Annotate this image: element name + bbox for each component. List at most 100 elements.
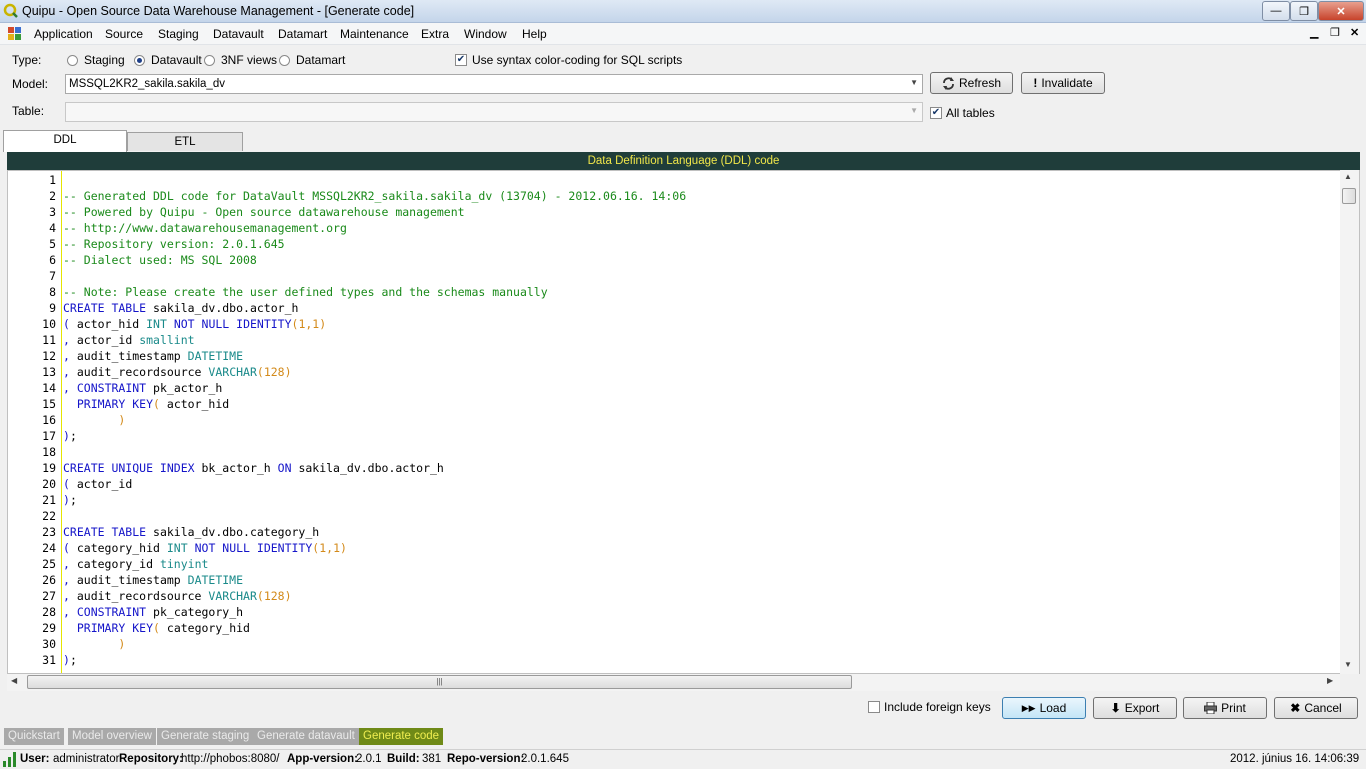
invalidate-button[interactable]: ! Invalidate <box>1021 72 1105 94</box>
radio-3nf-views[interactable] <box>204 55 215 66</box>
cancel-button[interactable]: ✖ Cancel <box>1274 697 1358 719</box>
menu-help[interactable]: Help <box>522 27 547 41</box>
code-token: INT <box>146 317 167 331</box>
radio-3nf-views-label[interactable]: 3NF views <box>221 53 277 67</box>
vertical-scrollbar[interactable] <box>1340 170 1359 674</box>
nav-tab-model-overview[interactable]: Model overview <box>68 728 156 745</box>
load-button-label: Load <box>1039 701 1067 715</box>
mdi-window-icon[interactable] <box>8 27 22 41</box>
radio-staging[interactable] <box>67 55 78 66</box>
code-token: DATETIME <box>187 349 244 363</box>
scroll-down-icon[interactable]: ▼ <box>1344 660 1352 669</box>
code-line: CREATE TABLE sakila_dv.dbo.actor_h <box>63 301 298 315</box>
code-editor[interactable]: 1 2 -- Generated DDL code for DataVault MS… <box>7 170 1360 674</box>
code-token: category_id <box>69 557 160 571</box>
code-token: category_hid <box>69 541 167 555</box>
menu-extra[interactable]: Extra <box>421 27 449 41</box>
chevron-down-icon: ▼ <box>910 78 918 87</box>
radio-datavault-label[interactable]: Datavault <box>151 53 202 67</box>
line-number: 7 <box>49 269 56 283</box>
window-minimize-button[interactable]: — <box>1262 1 1290 21</box>
code-token: smallint <box>139 333 195 347</box>
scroll-left-icon[interactable]: ◀ <box>11 676 17 685</box>
horizontal-scroll-thumb[interactable]: ||| <box>27 675 852 689</box>
code-token: (128) <box>256 365 292 379</box>
nav-tab-generate-code[interactable]: Generate code <box>359 728 444 745</box>
radio-datamart[interactable] <box>279 55 290 66</box>
code-token: ON <box>277 461 292 475</box>
status-user: administrator <box>53 753 120 765</box>
code-token: sakila_dv.dbo.actor_h <box>146 301 299 315</box>
line-number: 15 <box>42 397 56 411</box>
mdi-minimize-button[interactable]: ▁ <box>1310 26 1318 39</box>
code-token: CREATE TABLE <box>63 525 147 539</box>
code-token: audit_recordsource <box>69 589 209 603</box>
model-select-value: MSSQL2KR2_sakila.sakila_dv <box>69 78 225 90</box>
code-token: , <box>63 573 70 587</box>
line-number: 4 <box>49 221 56 235</box>
code-token: ; <box>69 493 77 507</box>
code-line: ( actor_hid INT NOT NULL IDENTITY(1,1) <box>63 317 326 331</box>
print-button[interactable]: Print <box>1183 697 1267 719</box>
code-token: actor_hid <box>69 317 147 331</box>
line-number: 17 <box>42 429 56 443</box>
table-select[interactable]: ▼ <box>65 102 923 122</box>
syntax-color-label: Use syntax color-coding for SQL scripts <box>472 53 683 67</box>
nav-tab-quickstart[interactable]: Quickstart <box>4 728 64 745</box>
scroll-right-icon[interactable]: ▶ <box>1327 676 1333 685</box>
menu-source[interactable]: Source <box>105 27 143 41</box>
nav-tab-generate-datavault[interactable]: Generate datavault <box>253 728 359 745</box>
mdi-close-button[interactable]: ✕ <box>1350 26 1359 39</box>
include-foreign-keys-checkbox[interactable] <box>868 701 880 713</box>
line-number: 22 <box>42 509 56 523</box>
menu-datamart[interactable]: Datamart <box>278 27 327 41</box>
load-button[interactable]: ▶▶ Load <box>1002 697 1086 719</box>
radio-datamart-label[interactable]: Datamart <box>296 53 345 67</box>
tab-ddl[interactable]: DDL <box>3 130 127 152</box>
code-token: -- Note: Please create the user defined … <box>63 285 548 299</box>
radio-datavault[interactable] <box>134 55 145 66</box>
scroll-up-icon[interactable]: ▲ <box>1344 172 1352 181</box>
status-repover: 2.0.1.645 <box>521 753 569 765</box>
code-line: -- http://www.datawarehousemanagement.or… <box>63 221 347 235</box>
code-token: , <box>63 349 70 363</box>
menu-application[interactable]: Application <box>34 27 93 41</box>
code-token: pk_actor_h <box>146 381 223 395</box>
menu-window[interactable]: Window <box>464 27 507 41</box>
line-number: 20 <box>42 477 56 491</box>
code-line: ( category_hid INT NOT NULL IDENTITY(1,1… <box>63 541 347 555</box>
refresh-button[interactable]: Refresh <box>930 72 1013 94</box>
line-number: 11 <box>42 333 56 347</box>
export-button[interactable]: ⬇ Export <box>1093 697 1177 719</box>
tab-etl[interactable]: ETL <box>127 132 243 151</box>
code-token: PRIMARY KEY <box>76 397 154 411</box>
code-token: CREATE UNIQUE INDEX <box>63 461 195 475</box>
status-user-label: User: <box>20 753 50 765</box>
window-close-button[interactable]: ✕ <box>1318 1 1364 21</box>
model-select[interactable]: MSSQL2KR2_sakila.sakila_dv ▼ <box>65 74 923 94</box>
syntax-color-checkbox[interactable]: ✔ <box>455 54 467 66</box>
status-appver: 2.0.1 <box>356 753 382 765</box>
all-tables-checkbox[interactable]: ✔ <box>930 107 942 119</box>
mdi-restore-button[interactable]: ❐ <box>1330 26 1340 39</box>
menu-datavault[interactable]: Datavault <box>213 27 264 41</box>
down-arrow-icon: ⬇ <box>1110 701 1121 715</box>
window-maximize-button[interactable]: ❐ <box>1290 1 1318 21</box>
vertical-scroll-thumb[interactable] <box>1342 188 1356 204</box>
code-token: ( <box>153 621 160 635</box>
line-number: 30 <box>42 637 56 651</box>
menu-staging[interactable]: Staging <box>158 27 199 41</box>
nav-tab-generate-staging[interactable]: Generate staging <box>157 728 254 745</box>
radio-staging-label[interactable]: Staging <box>84 53 125 67</box>
line-number: 9 <box>49 301 56 315</box>
status-appver-label: App-version: <box>287 753 358 765</box>
code-token: ) <box>118 637 126 651</box>
line-number: 16 <box>42 413 56 427</box>
code-token: -- Powered by Quipu - Open source datawa… <box>63 205 465 219</box>
line-number: 18 <box>42 445 56 459</box>
menu-maintenance[interactable]: Maintenance <box>340 27 409 41</box>
line-number: 8 <box>49 285 56 299</box>
code-token: ; <box>69 429 77 443</box>
line-number: 12 <box>42 349 56 363</box>
